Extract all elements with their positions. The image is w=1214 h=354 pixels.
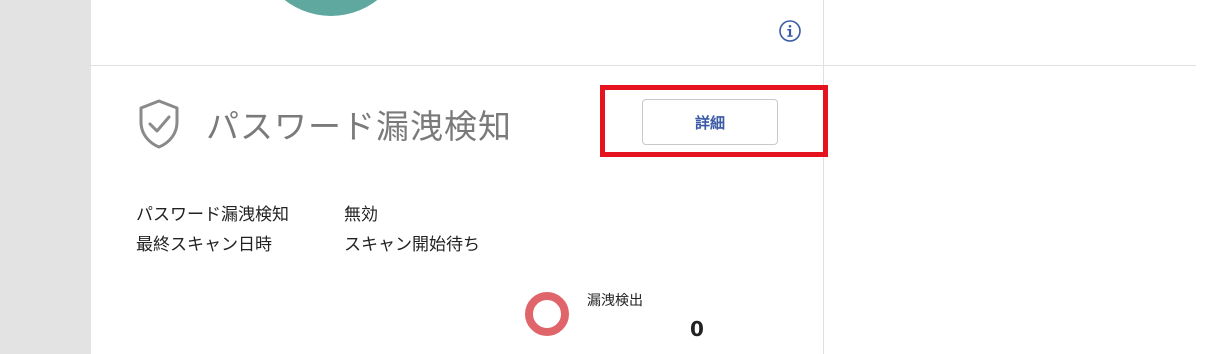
section-divider xyxy=(91,65,1196,66)
info-value-last-scan: スキャン開始待ち xyxy=(344,235,480,255)
info-label-last-scan: 最終スキャン日時 xyxy=(136,235,272,255)
security-card xyxy=(91,0,824,354)
info-label-leak-detection: パスワード漏洩検知 xyxy=(136,205,289,225)
info-value-leak-detection: 無効 xyxy=(344,205,378,225)
info-icon[interactable] xyxy=(778,19,802,43)
left-gutter xyxy=(0,0,91,354)
shield-check-icon xyxy=(136,98,182,150)
section-title: パスワード漏洩検知 xyxy=(206,107,512,146)
leak-count-label: 漏洩検出 xyxy=(587,293,643,309)
leak-status-ring xyxy=(525,292,569,336)
right-pane xyxy=(824,0,1214,354)
leak-count-value: 0 xyxy=(690,317,704,341)
details-button[interactable]: 詳細 xyxy=(642,99,778,145)
